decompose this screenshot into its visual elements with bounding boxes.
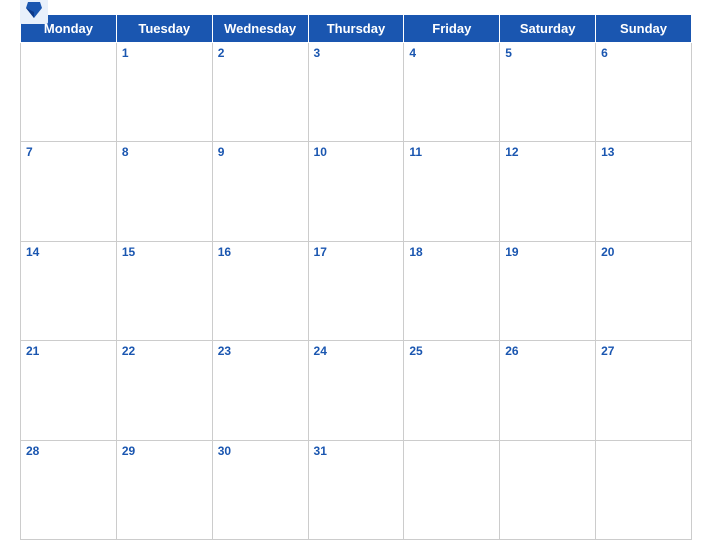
day-number: 23: [218, 344, 231, 358]
day-number: 16: [218, 245, 231, 259]
calendar-cell: 6: [596, 43, 692, 142]
calendar-cell: 21: [21, 341, 117, 440]
weekday-header-sunday: Sunday: [596, 15, 692, 43]
calendar-cell: 9: [212, 142, 308, 241]
day-number: 30: [218, 444, 231, 458]
calendar-cell: [404, 440, 500, 539]
day-number: 12: [505, 145, 518, 159]
calendar-cell: 27: [596, 341, 692, 440]
weekday-header-wednesday: Wednesday: [212, 15, 308, 43]
calendar-cell: 5: [500, 43, 596, 142]
calendar-cell: 18: [404, 241, 500, 340]
day-number: 27: [601, 344, 614, 358]
calendar-cell: 2: [212, 43, 308, 142]
day-number: 7: [26, 145, 33, 159]
day-number: 11: [409, 145, 422, 159]
calendar-cell: 19: [500, 241, 596, 340]
calendar-cell: 10: [308, 142, 404, 241]
day-number: 28: [26, 444, 39, 458]
logo: [20, 0, 52, 24]
day-number: 2: [218, 46, 225, 60]
calendar-cell: 8: [116, 142, 212, 241]
day-number: 31: [314, 444, 327, 458]
calendar-cell: 20: [596, 241, 692, 340]
day-number: 4: [409, 46, 416, 60]
calendar-cell: 11: [404, 142, 500, 241]
calendar-cell: 13: [596, 142, 692, 241]
day-number: 3: [314, 46, 321, 60]
day-number: 6: [601, 46, 608, 60]
weekday-header-saturday: Saturday: [500, 15, 596, 43]
calendar-cell: [21, 43, 117, 142]
calendar-cell: 23: [212, 341, 308, 440]
day-number: 19: [505, 245, 518, 259]
calendar-cell: [500, 440, 596, 539]
calendar-cell: 25: [404, 341, 500, 440]
calendar-cell: 7: [21, 142, 117, 241]
calendar-cell: 30: [212, 440, 308, 539]
calendar-cell: 12: [500, 142, 596, 241]
day-number: 18: [409, 245, 422, 259]
weekday-header-friday: Friday: [404, 15, 500, 43]
calendar-cell: 4: [404, 43, 500, 142]
calendar-cell: 1: [116, 43, 212, 142]
calendar-cell: 28: [21, 440, 117, 539]
weekday-header-thursday: Thursday: [308, 15, 404, 43]
calendar-cell: 29: [116, 440, 212, 539]
day-number: 26: [505, 344, 518, 358]
calendar-cell: 15: [116, 241, 212, 340]
calendar-cell: 17: [308, 241, 404, 340]
calendar-cell: 31: [308, 440, 404, 539]
day-number: 5: [505, 46, 512, 60]
day-number: 24: [314, 344, 327, 358]
calendar-cell: [596, 440, 692, 539]
day-number: 21: [26, 344, 39, 358]
day-number: 20: [601, 245, 614, 259]
day-number: 10: [314, 145, 327, 159]
day-number: 15: [122, 245, 135, 259]
calendar-cell: 14: [21, 241, 117, 340]
weekday-header-tuesday: Tuesday: [116, 15, 212, 43]
day-number: 8: [122, 145, 129, 159]
day-number: 17: [314, 245, 327, 259]
day-number: 25: [409, 344, 422, 358]
day-number: 1: [122, 46, 129, 60]
day-number: 29: [122, 444, 135, 458]
logo-icon: [20, 0, 48, 24]
day-number: 14: [26, 245, 39, 259]
day-number: 13: [601, 145, 614, 159]
calendar-table: MondayTuesdayWednesdayThursdayFridaySatu…: [20, 14, 692, 540]
calendar-cell: 16: [212, 241, 308, 340]
day-number: 22: [122, 344, 135, 358]
calendar-cell: 3: [308, 43, 404, 142]
calendar-cell: 24: [308, 341, 404, 440]
day-number: 9: [218, 145, 225, 159]
calendar-cell: 26: [500, 341, 596, 440]
calendar-cell: 22: [116, 341, 212, 440]
